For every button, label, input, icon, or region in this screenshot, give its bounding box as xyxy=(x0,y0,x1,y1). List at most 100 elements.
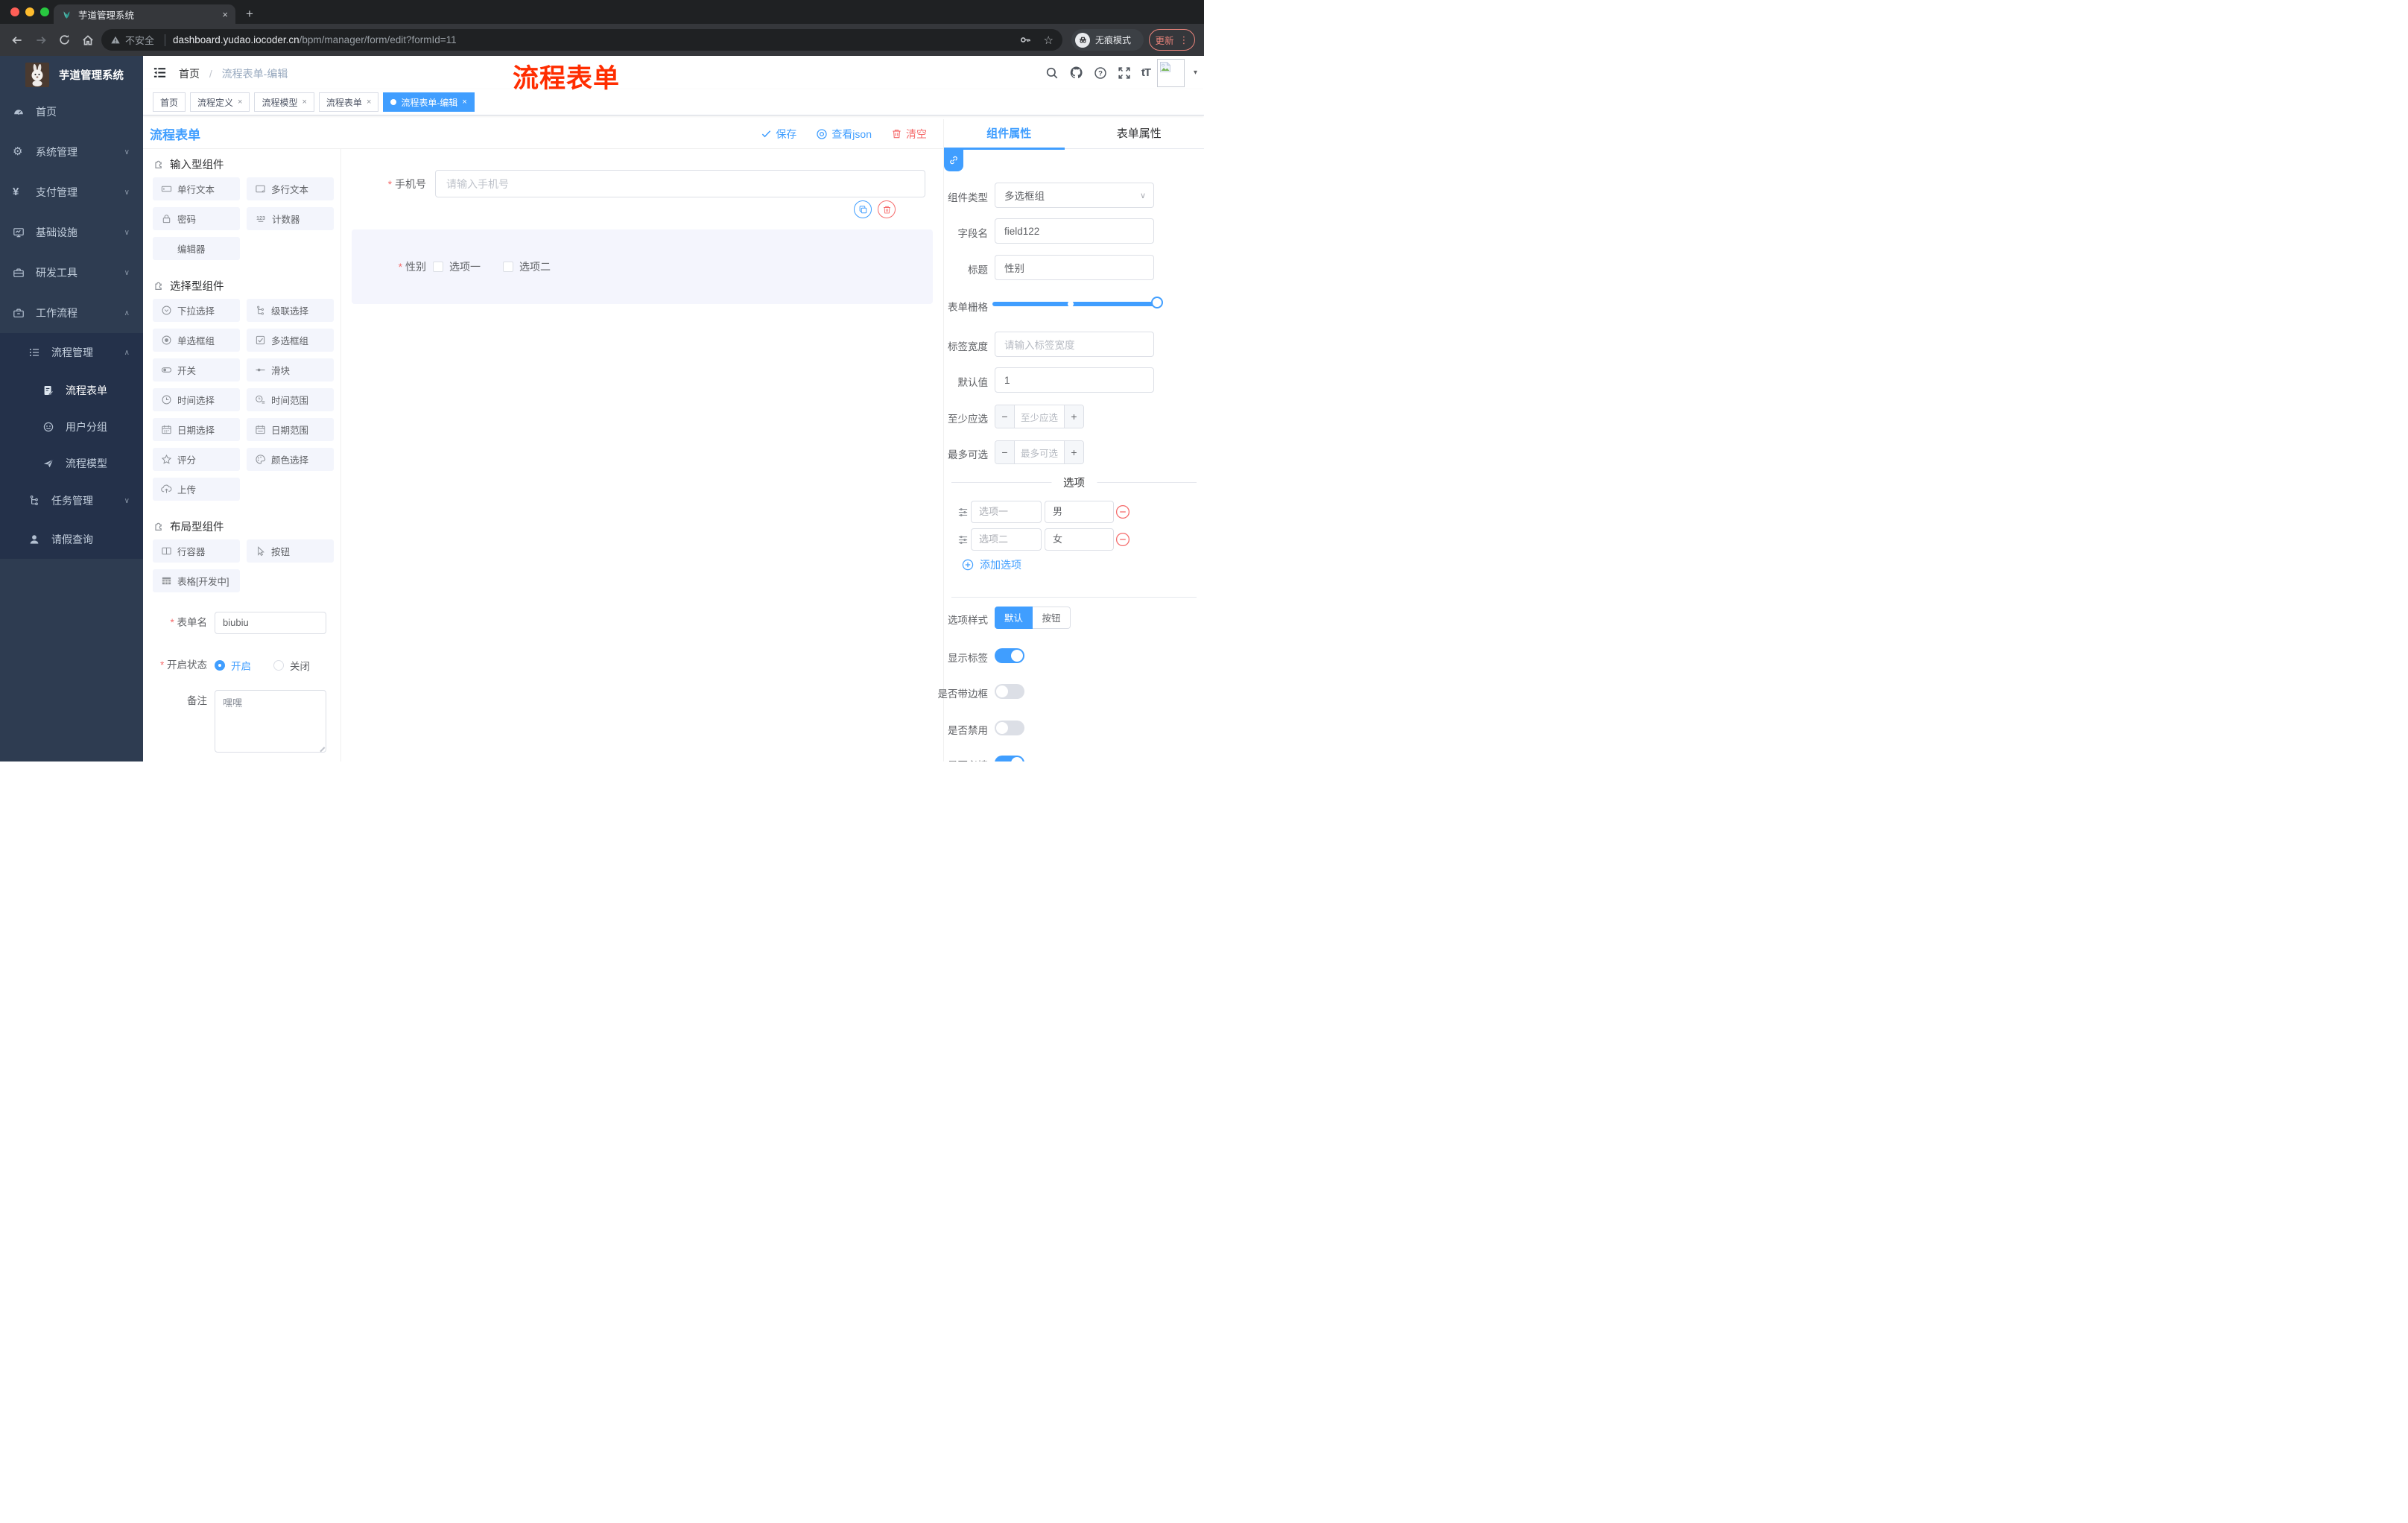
url-domain[interactable]: dashboard.yudao.iocoder.cn xyxy=(173,34,300,45)
label-width-input[interactable]: 请输入标签宽度 xyxy=(995,332,1154,357)
component-item-time-range[interactable]: 时间范围 xyxy=(247,388,334,411)
collapse-menu-icon[interactable] xyxy=(153,66,167,80)
grid-slider[interactable] xyxy=(992,297,1163,308)
tag-process-form-edit[interactable]: 流程表单-编辑 × xyxy=(383,92,475,112)
option-value-input[interactable]: 男 xyxy=(1045,501,1114,523)
checkbox-unchecked[interactable] xyxy=(503,262,513,272)
tag-process-form[interactable]: 流程表单 × xyxy=(318,92,379,112)
delete-widget-button[interactable] xyxy=(878,200,896,218)
save-button[interactable]: 保存 xyxy=(761,127,796,142)
canvas[interactable]: 手机号 请输入手机号 性别 xyxy=(341,149,943,762)
sidebar-item-task-mgmt[interactable]: 任务管理 ∨ xyxy=(0,481,143,520)
sidebar-item-devtools[interactable]: 研发工具 ∨ xyxy=(0,253,143,293)
option-label-input[interactable]: 选项二 xyxy=(971,528,1042,551)
breadcrumb-home[interactable]: 首页 xyxy=(179,68,200,80)
fullscreen-icon[interactable] xyxy=(1118,66,1131,80)
component-item-color-picker[interactable]: 颜色选择 xyxy=(247,448,334,471)
option-label-input[interactable]: 选项一 xyxy=(971,501,1042,523)
drag-handle-icon[interactable] xyxy=(957,507,969,518)
field-name-input[interactable]: field122 xyxy=(995,218,1154,244)
close-window-button[interactable] xyxy=(10,7,19,16)
url-path[interactable]: /bpm/manager/form/edit?formId=11 xyxy=(300,34,457,45)
tag-process-model[interactable]: 流程模型 × xyxy=(254,92,314,112)
show-label-toggle[interactable] xyxy=(995,648,1024,663)
tab-close-icon[interactable]: × xyxy=(222,9,228,20)
component-item-table[interactable]: 表格[开发中] xyxy=(153,569,240,592)
component-item-editor[interactable]: 编辑器 xyxy=(153,237,240,260)
default-value-input[interactable]: 1 xyxy=(995,367,1154,393)
sidebar-item-process-model[interactable]: 流程模型 xyxy=(0,445,143,481)
increment-button[interactable]: + xyxy=(1064,441,1083,463)
reload-icon[interactable] xyxy=(58,34,71,46)
component-item-rate[interactable]: 评分 xyxy=(153,448,240,471)
component-item-select[interactable]: 下拉选择 xyxy=(153,299,240,322)
clear-button[interactable]: 清空 xyxy=(891,127,927,142)
tab-component-props[interactable]: 组件属性 xyxy=(944,119,1074,148)
font-size-icon[interactable]: tT xyxy=(1141,66,1151,79)
increment-button[interactable]: + xyxy=(1064,405,1083,428)
component-item-slider[interactable]: 滑块 xyxy=(247,358,334,381)
tag-close-icon[interactable]: × xyxy=(238,98,242,107)
sidebar-item-user-groups[interactable]: 用户分组 xyxy=(0,408,143,445)
option-style-default[interactable]: 默认 xyxy=(995,607,1033,629)
sidebar-item-leave-query[interactable]: 请假查询 xyxy=(0,520,143,559)
sidebar-logo[interactable]: 芋道管理系统 xyxy=(0,62,143,87)
remove-option-icon[interactable] xyxy=(1115,504,1130,519)
checkbox-unchecked[interactable] xyxy=(433,262,443,272)
component-item-checkbox-group[interactable]: 多选框组 xyxy=(247,329,334,352)
avatar[interactable] xyxy=(1157,59,1185,87)
min-checked-input[interactable]: 至少应选 xyxy=(1015,405,1064,428)
component-item-radio-group[interactable]: 单选框组 xyxy=(153,329,240,352)
component-item-row-container[interactable]: 行容器 xyxy=(153,539,240,563)
component-item-switch[interactable]: 开关 xyxy=(153,358,240,381)
component-item-date-range[interactable]: 日期范围 xyxy=(247,418,334,441)
phone-input[interactable]: 请输入手机号 xyxy=(435,170,925,197)
password-key-icon[interactable] xyxy=(1019,34,1032,46)
status-radio-on[interactable] xyxy=(215,660,225,671)
max-checked-input[interactable]: 最多可选 xyxy=(1015,441,1064,463)
decrement-button[interactable]: − xyxy=(995,441,1015,463)
form-name-input[interactable]: biubiu xyxy=(215,612,326,634)
sidebar-item-workflow[interactable]: 工作流程 ∧ xyxy=(0,293,143,333)
required-toggle[interactable] xyxy=(995,756,1024,762)
component-item-textarea[interactable]: 多行文本 xyxy=(247,177,334,200)
address-bar[interactable]: 不安全 dashboard.yudao.iocoder.cn/bpm/manag… xyxy=(101,29,1062,51)
component-type-select[interactable]: 多选框组 ∨ xyxy=(995,183,1154,208)
border-toggle[interactable] xyxy=(995,684,1024,699)
browser-tab[interactable]: 芋道管理系统 × xyxy=(54,4,235,24)
tag-close-icon[interactable]: × xyxy=(302,98,306,107)
drag-handle-icon[interactable] xyxy=(957,534,969,545)
gender-option-1[interactable]: 选项一 xyxy=(433,259,481,274)
tag-close-icon[interactable]: × xyxy=(367,98,371,107)
security-label[interactable]: 不安全 xyxy=(125,33,154,47)
add-option-button[interactable]: 添加选项 xyxy=(962,557,1021,572)
component-item-time-picker[interactable]: 时间选择 xyxy=(153,388,240,411)
sidebar-item-process-form[interactable]: 流程表单 xyxy=(0,372,143,408)
maximize-window-button[interactable] xyxy=(40,7,49,16)
minimize-window-button[interactable] xyxy=(25,7,34,16)
component-item-date-picker[interactable]: 日期选择 xyxy=(153,418,240,441)
canvas-field-phone[interactable]: 手机号 请输入手机号 xyxy=(352,170,925,197)
status-radio-off[interactable] xyxy=(273,660,284,671)
remark-textarea[interactable]: 嘿嘿 xyxy=(215,690,326,753)
new-tab-button[interactable]: + xyxy=(246,4,253,24)
decrement-button[interactable]: − xyxy=(995,405,1015,428)
component-item-cascader[interactable]: 级联选择 xyxy=(247,299,334,322)
avatar-caret-icon[interactable]: ▾ xyxy=(1194,69,1197,77)
sidebar-item-payment[interactable]: ¥ 支付管理 ∨ xyxy=(0,172,143,212)
title-input[interactable]: 性别 xyxy=(995,255,1154,280)
component-item-counter[interactable]: 123 计数器 xyxy=(247,207,334,230)
search-icon[interactable] xyxy=(1045,66,1059,80)
browser-menu-icon[interactable]: ⋮ xyxy=(1179,34,1189,46)
link-handle[interactable] xyxy=(944,149,963,171)
help-icon[interactable]: ? xyxy=(1094,66,1107,80)
component-item-text-input[interactable]: 单行文本 xyxy=(153,177,240,200)
component-item-button[interactable]: 按钮 xyxy=(247,539,334,563)
home-icon[interactable] xyxy=(81,34,95,47)
not-secure-warning-icon[interactable] xyxy=(110,35,121,45)
back-icon[interactable] xyxy=(10,34,24,47)
tab-form-props[interactable]: 表单属性 xyxy=(1074,119,1205,148)
component-item-upload[interactable]: 上传 xyxy=(153,478,240,501)
tag-home[interactable]: 首页 xyxy=(153,92,186,112)
sidebar-item-process-mgmt[interactable]: 流程管理 ∧ xyxy=(0,333,143,372)
